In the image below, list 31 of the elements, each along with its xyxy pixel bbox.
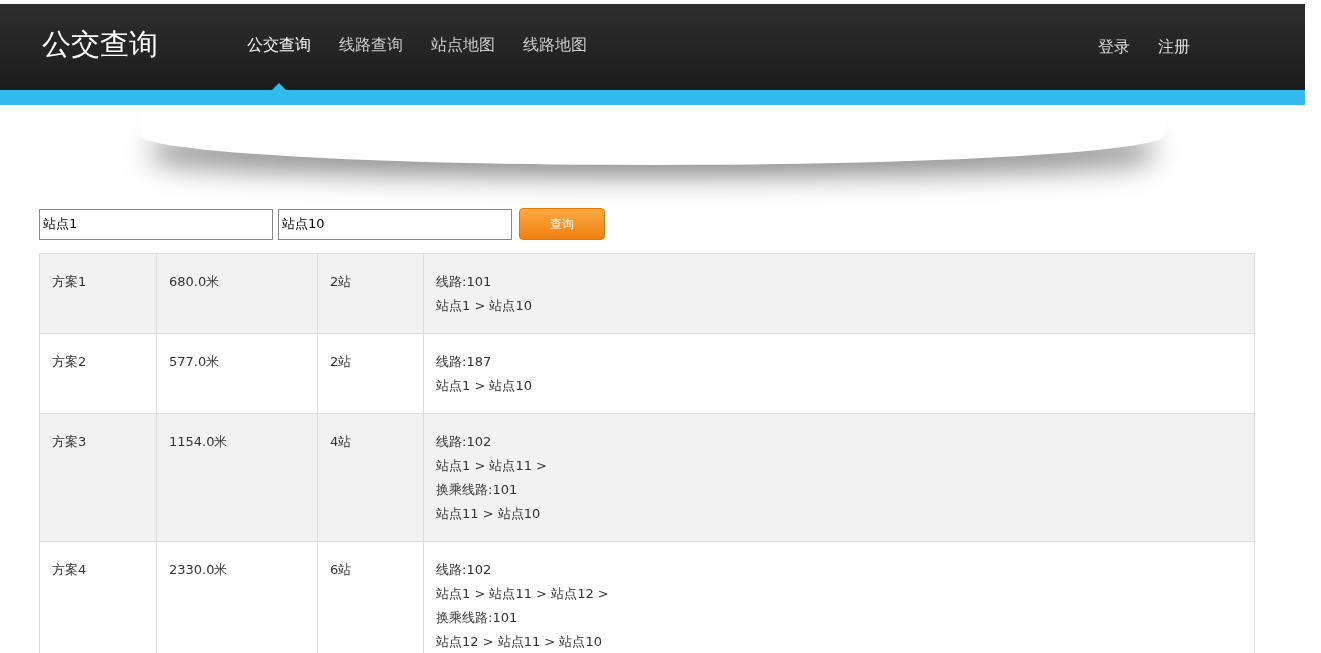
login-link[interactable]: 登录: [1098, 36, 1130, 58]
route-line-text: 站点1 > 站点11 >: [436, 457, 548, 475]
table-cell: 1154.0米: [156, 413, 318, 542]
route-line-text: 线路:187: [436, 353, 493, 371]
table-cell: 方案2: [39, 333, 157, 414]
table-cell: 方案3: [39, 413, 157, 542]
route-line-text: 换乘线路:101: [436, 481, 519, 499]
route-line-text: 线路:102: [436, 433, 493, 451]
table-cell: 680.0米: [156, 253, 318, 334]
nav-tab[interactable]: 线路地图: [523, 2, 587, 92]
route-line-text: 换乘线路:101: [436, 609, 519, 627]
table-cell: 方案4: [39, 541, 157, 653]
end-stop-field[interactable]: 站点10: [278, 208, 512, 240]
route-line-text: 站点11 > 站点10: [436, 505, 542, 523]
route-line-text: 站点12 > 站点11 > 站点10: [436, 633, 603, 651]
nav-tab[interactable]: 公交查询: [247, 2, 311, 92]
site-logo: 公交查询: [42, 26, 159, 63]
table-cell: 4站: [317, 413, 424, 542]
route-line-text: 站点1 > 站点11 > 站点12 >: [436, 585, 610, 603]
table-cell: 577.0米: [156, 333, 318, 414]
table-cell: 2站: [317, 333, 424, 414]
nav-tab[interactable]: 站点地图: [431, 2, 495, 92]
table-cell: 2站: [317, 253, 424, 334]
route-line-text: 站点1 > 站点10: [436, 377, 533, 395]
table-cell: 方案1: [39, 253, 157, 334]
route-line-text: 线路:101: [436, 273, 493, 291]
register-link[interactable]: 注册: [1158, 36, 1190, 58]
route-line-text: 站点1 > 站点10: [436, 297, 533, 315]
route-line-text: 线路:102: [436, 561, 493, 579]
start-stop-field[interactable]: 站点1: [39, 208, 273, 240]
nav-tab[interactable]: 线路查询: [339, 2, 403, 92]
